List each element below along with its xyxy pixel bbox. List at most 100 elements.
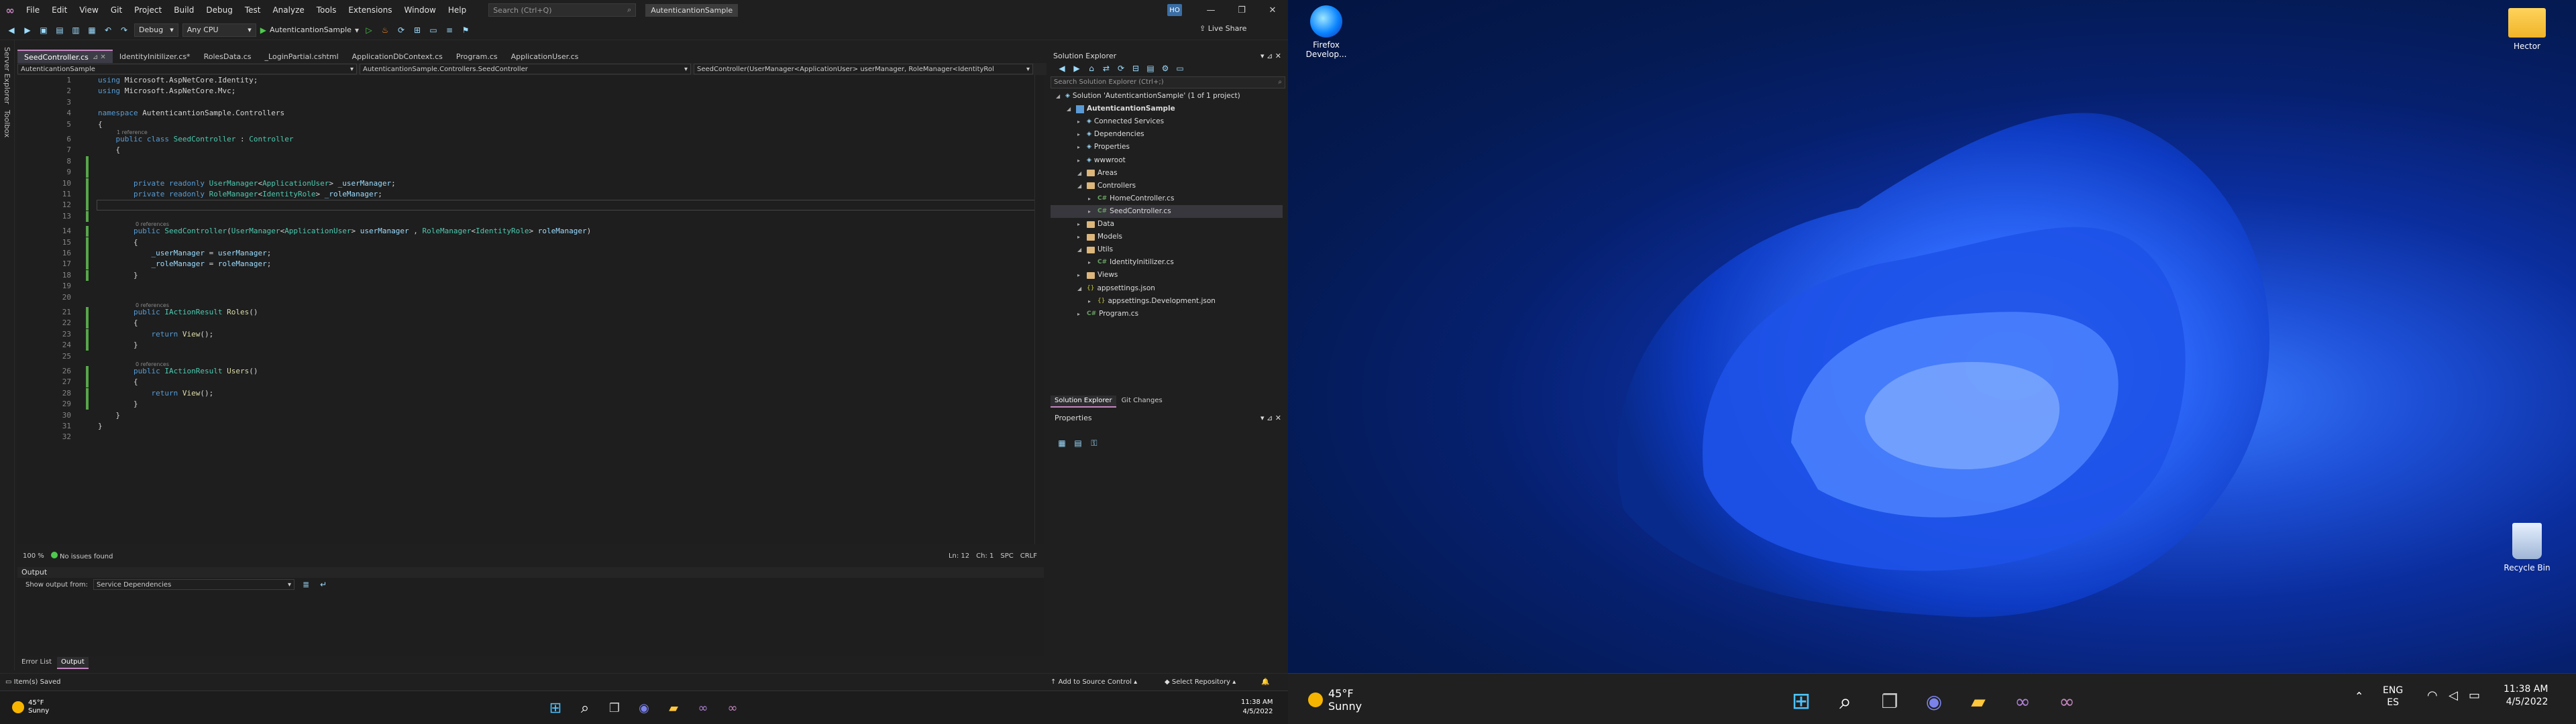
indent-mode[interactable]: SPC bbox=[1000, 552, 1013, 560]
alphabetical-icon[interactable]: ▤ bbox=[1072, 437, 1084, 449]
pane-controls[interactable]: ▾ ⊿ ✕ bbox=[1260, 414, 1281, 422]
solution-tree-item[interactable]: ◢ Controllers bbox=[1051, 180, 1283, 192]
expand-chevron-icon[interactable]: ▸ bbox=[1077, 231, 1084, 243]
show-all-files-icon[interactable]: ▤ bbox=[1144, 62, 1157, 74]
file-explorer-icon[interactable]: ▰ bbox=[659, 693, 688, 723]
pane-controls[interactable]: ▾ ⊿ ✕ bbox=[1260, 52, 1281, 60]
line-ending[interactable]: CRLF bbox=[1020, 552, 1037, 560]
solution-tree-item[interactable]: ▸{} appsettings.Development.json bbox=[1051, 295, 1283, 308]
refresh-icon[interactable]: ⟳ bbox=[395, 24, 407, 36]
solution-tree-item[interactable]: ◢ Areas bbox=[1051, 167, 1283, 180]
comment-icon[interactable]: ≡ bbox=[443, 24, 455, 36]
collapse-all-icon[interactable]: ⊟ bbox=[1130, 62, 1142, 74]
menu-build[interactable]: Build bbox=[168, 0, 200, 20]
minimize-button[interactable]: — bbox=[1195, 0, 1226, 20]
expand-chevron-icon[interactable]: ▸ bbox=[1077, 269, 1084, 282]
word-wrap-icon[interactable]: ↵ bbox=[317, 579, 329, 591]
battery-icon[interactable]: ▭ bbox=[2469, 688, 2480, 703]
search-icon[interactable]: ⌕ bbox=[570, 693, 600, 723]
language-indicator[interactable]: ENG ES bbox=[2383, 684, 2403, 709]
expand-chevron-icon[interactable]: ▸ bbox=[1077, 115, 1084, 128]
preview-icon[interactable]: ▭ bbox=[1174, 62, 1186, 74]
solution-tree-item[interactable]: ▸ C# SeedController.cs bbox=[1051, 204, 1283, 218]
solution-tree-item[interactable]: ◢ Utils bbox=[1051, 243, 1283, 256]
expand-chevron-icon[interactable]: ◢ bbox=[1077, 167, 1084, 180]
notifications-icon[interactable]: 🔔 bbox=[1261, 678, 1269, 686]
categorized-icon[interactable]: ▦ bbox=[1056, 437, 1068, 449]
solution-tree-item[interactable]: ▸ ◈ Properties bbox=[1051, 141, 1283, 154]
menu-analyze[interactable]: Analyze bbox=[266, 0, 310, 20]
solution-tree-item[interactable]: ◢ ◈ Solution 'AutenticantionSample' (1 of … bbox=[1051, 90, 1283, 103]
chat-icon[interactable]: ◉ bbox=[629, 693, 659, 723]
clock-right[interactable]: 11:38 AM 4/5/2022 bbox=[2504, 683, 2548, 709]
bookmark-icon[interactable]: ⚑ bbox=[460, 24, 472, 36]
project-dropdown[interactable]: AutenticantionSample ▾ bbox=[17, 64, 357, 74]
tab-program[interactable]: Program.cs bbox=[449, 50, 504, 63]
chat-icon[interactable]: ◉ bbox=[1916, 683, 1952, 719]
volume-icon[interactable]: ◁ bbox=[2449, 688, 2458, 703]
show-hidden-icons[interactable]: ⌃ bbox=[2355, 690, 2363, 703]
tab-git-changes[interactable]: Git Changes bbox=[1118, 396, 1167, 408]
menu-project[interactable]: Project bbox=[128, 0, 168, 20]
solution-tree-item[interactable]: ▸ ◈ wwwroot bbox=[1051, 154, 1283, 167]
code-editor[interactable]: 1 using Microsoft.AspNetCore.Identity; 2 us… bbox=[17, 75, 1044, 544]
solution-tree-item[interactable]: ▸ C# IdentityInitilizer.cs bbox=[1051, 256, 1283, 269]
menu-debug[interactable]: Debug bbox=[200, 0, 238, 20]
zoom-level[interactable]: 100 % bbox=[23, 552, 44, 560]
menu-file[interactable]: File bbox=[20, 0, 46, 20]
save-icon[interactable]: ▥ bbox=[70, 24, 82, 36]
expand-chevron-icon[interactable]: ▸ bbox=[1077, 141, 1084, 154]
expand-chevron-icon[interactable]: ▸ bbox=[1088, 256, 1095, 269]
expand-chevron-icon[interactable]: ◢ bbox=[1067, 103, 1073, 115]
clear-all-icon[interactable]: ≣ bbox=[300, 579, 312, 591]
start-icon[interactable]: ⊞ bbox=[1783, 683, 1819, 719]
maximize-button[interactable]: ❐ bbox=[1226, 0, 1257, 20]
expand-chevron-icon[interactable]: ▸ bbox=[1077, 154, 1084, 167]
tab-error-list[interactable]: Error List bbox=[17, 657, 56, 669]
expand-chevron-icon[interactable]: ▸ bbox=[1077, 128, 1084, 141]
close-button[interactable]: ✕ bbox=[1257, 0, 1288, 20]
tab-loginpartial[interactable]: _LoginPartial.cshtml bbox=[258, 50, 345, 63]
class-dropdown[interactable]: AutenticantionSample.Controllers.SeedCon… bbox=[360, 64, 691, 74]
member-dropdown[interactable]: SeedController(UserManager<ApplicationUs… bbox=[694, 64, 1033, 74]
expand-chevron-icon[interactable]: ▸ bbox=[1088, 192, 1095, 205]
add-source-control-button[interactable]: ↑ Add to Source Control ▴ bbox=[1051, 678, 1137, 686]
tab-identityinitilizer[interactable]: IdentityInitilizer.cs* bbox=[113, 50, 197, 63]
refresh-icon[interactable]: ⟳ bbox=[1115, 62, 1127, 74]
expand-chevron-icon[interactable]: ▸ bbox=[1088, 295, 1095, 308]
menu-extensions[interactable]: Extensions bbox=[342, 0, 398, 20]
browser-link-icon[interactable]: ⊞ bbox=[411, 24, 423, 36]
start-icon[interactable]: ⊞ bbox=[541, 693, 570, 723]
task-view-icon[interactable]: ❐ bbox=[600, 693, 629, 723]
menu-window[interactable]: Window bbox=[398, 0, 442, 20]
tab-applicationuser[interactable]: ApplicationUser.cs bbox=[504, 50, 586, 63]
switch-views-icon[interactable]: ⇄ bbox=[1100, 62, 1112, 74]
issues-indicator[interactable]: No issues found bbox=[50, 551, 113, 560]
property-pages-icon[interactable]: ⚿ bbox=[1088, 437, 1100, 449]
new-item-icon[interactable]: ▣ bbox=[38, 24, 50, 36]
forward-icon[interactable]: ▶ bbox=[21, 24, 34, 36]
solution-tree-item[interactable]: ▸ C# HomeController.cs bbox=[1051, 192, 1283, 205]
visual-studio-taskbar-icon[interactable]: ∞ bbox=[2004, 683, 2041, 719]
expand-chevron-icon[interactable]: ▸ bbox=[1077, 308, 1084, 320]
back-icon[interactable]: ◀ bbox=[5, 24, 17, 36]
redo-icon[interactable]: ↷ bbox=[118, 24, 130, 36]
hot-reload-icon[interactable]: ♨ bbox=[379, 24, 391, 36]
run-button[interactable]: ▶ AutenticantionSample ▾ bbox=[260, 25, 359, 35]
live-share-button[interactable]: ⇪ Live Share bbox=[1199, 24, 1246, 33]
forward-icon[interactable]: ▶ bbox=[1071, 62, 1083, 74]
file-explorer-icon[interactable]: ▰ bbox=[1960, 683, 1996, 719]
tab-output[interactable]: Output bbox=[57, 657, 89, 669]
solution-tree-item[interactable]: ▸ C# Program.cs bbox=[1051, 308, 1283, 320]
menu-git[interactable]: Git bbox=[105, 0, 128, 20]
tab-seedcontroller[interactable]: SeedController.cs ⊿ ✕ bbox=[17, 50, 113, 63]
task-view-icon[interactable]: ❐ bbox=[1872, 683, 1908, 719]
solution-tree-item[interactable]: ▸ Data bbox=[1051, 218, 1283, 231]
recycle-bin-icon[interactable]: Recycle Bin bbox=[2497, 523, 2557, 572]
expand-chevron-icon[interactable]: ◢ bbox=[1077, 243, 1084, 256]
solution-tree-item[interactable]: ◢{} appsettings.json bbox=[1051, 282, 1283, 295]
menu-tools[interactable]: Tools bbox=[311, 0, 343, 20]
toolbox-tab[interactable]: Toolbox bbox=[3, 110, 11, 137]
tab-applicationdbcontext[interactable]: ApplicationDbContext.cs bbox=[345, 50, 449, 63]
menu-test[interactable]: Test bbox=[239, 0, 267, 20]
